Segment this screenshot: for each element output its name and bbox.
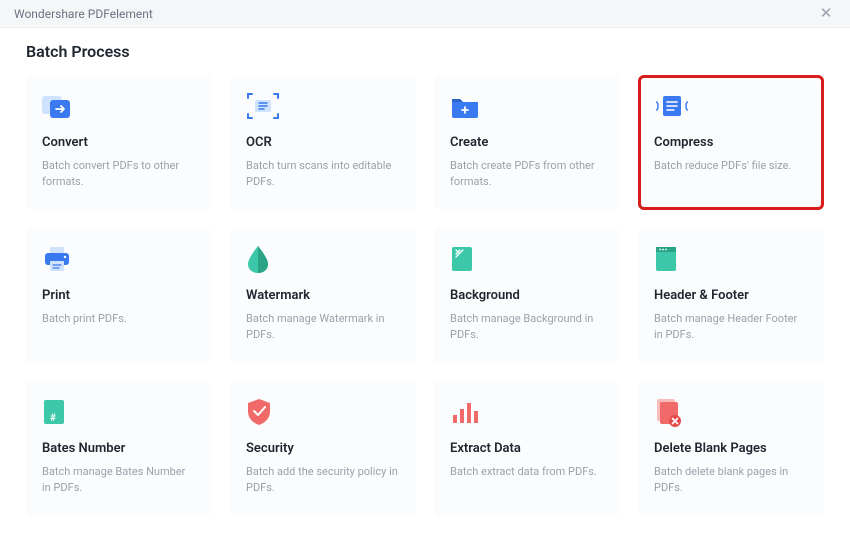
card-title: Compress: [654, 135, 808, 150]
card-title: Create: [450, 135, 604, 150]
card-watermark[interactable]: Watermark Batch manage Watermark in PDFs…: [230, 228, 416, 363]
card-title: OCR: [246, 135, 400, 150]
card-header-footer[interactable]: Header & Footer Batch manage Header Foot…: [638, 228, 824, 363]
print-icon: [42, 244, 196, 274]
card-security[interactable]: Security Batch add the security policy i…: [230, 381, 416, 516]
card-grid: Convert Batch convert PDFs to other form…: [26, 75, 824, 516]
card-desc: Batch turn scans into editable PDFs.: [246, 158, 400, 190]
app-title: Wondershare PDFelement: [14, 7, 153, 21]
card-desc: Batch print PDFs.: [42, 311, 196, 327]
convert-icon: [42, 91, 196, 121]
bates-number-icon: #: [42, 397, 196, 427]
security-icon: [246, 397, 400, 427]
content-area: Batch Process Convert Batch convert PDFs…: [0, 28, 850, 516]
card-title: Watermark: [246, 288, 400, 303]
card-title: Header & Footer: [654, 288, 808, 303]
svg-text:#: #: [50, 413, 56, 424]
card-title: Print: [42, 288, 196, 303]
card-desc: Batch manage Background in PDFs.: [450, 311, 604, 343]
card-extract-data[interactable]: Extract Data Batch extract data from PDF…: [434, 381, 620, 516]
card-delete-blank-pages[interactable]: Delete Blank Pages Batch delete blank pa…: [638, 381, 824, 516]
card-desc: Batch delete blank pages in PDFs.: [654, 464, 808, 496]
card-compress[interactable]: Compress Batch reduce PDFs' file size.: [638, 75, 824, 210]
card-desc: Batch manage Watermark in PDFs.: [246, 311, 400, 343]
card-title: Delete Blank Pages: [654, 441, 808, 456]
card-desc: Batch manage Bates Number in PDFs.: [42, 464, 196, 496]
card-title: Bates Number: [42, 441, 196, 456]
card-desc: Batch convert PDFs to other formats.: [42, 158, 196, 190]
titlebar: Wondershare PDFelement ✕: [0, 0, 850, 28]
page-title: Batch Process: [26, 42, 824, 61]
card-title: Background: [450, 288, 604, 303]
card-convert[interactable]: Convert Batch convert PDFs to other form…: [26, 75, 212, 210]
card-bates-number[interactable]: # Bates Number Batch manage Bates Number…: [26, 381, 212, 516]
card-desc: Batch extract data from PDFs.: [450, 464, 604, 480]
card-desc: Batch add the security policy in PDFs.: [246, 464, 400, 496]
extract-data-icon: [450, 397, 604, 427]
header-footer-icon: [654, 244, 808, 274]
card-title: Extract Data: [450, 441, 604, 456]
compress-icon: [654, 91, 808, 121]
card-ocr[interactable]: OCR Batch turn scans into editable PDFs.: [230, 75, 416, 210]
ocr-icon: [246, 91, 400, 121]
delete-blank-pages-icon: [654, 397, 808, 427]
card-desc: Batch create PDFs from other formats.: [450, 158, 604, 190]
card-background[interactable]: Background Batch manage Background in PD…: [434, 228, 620, 363]
card-desc: Batch manage Header Footer in PDFs.: [654, 311, 808, 343]
background-icon: [450, 244, 604, 274]
card-title: Security: [246, 441, 400, 456]
card-create[interactable]: Create Batch create PDFs from other form…: [434, 75, 620, 210]
close-icon[interactable]: ✕: [816, 6, 836, 21]
card-print[interactable]: Print Batch print PDFs.: [26, 228, 212, 363]
create-icon: [450, 91, 604, 121]
card-desc: Batch reduce PDFs' file size.: [654, 158, 808, 174]
card-title: Convert: [42, 135, 196, 150]
watermark-icon: [246, 244, 400, 274]
